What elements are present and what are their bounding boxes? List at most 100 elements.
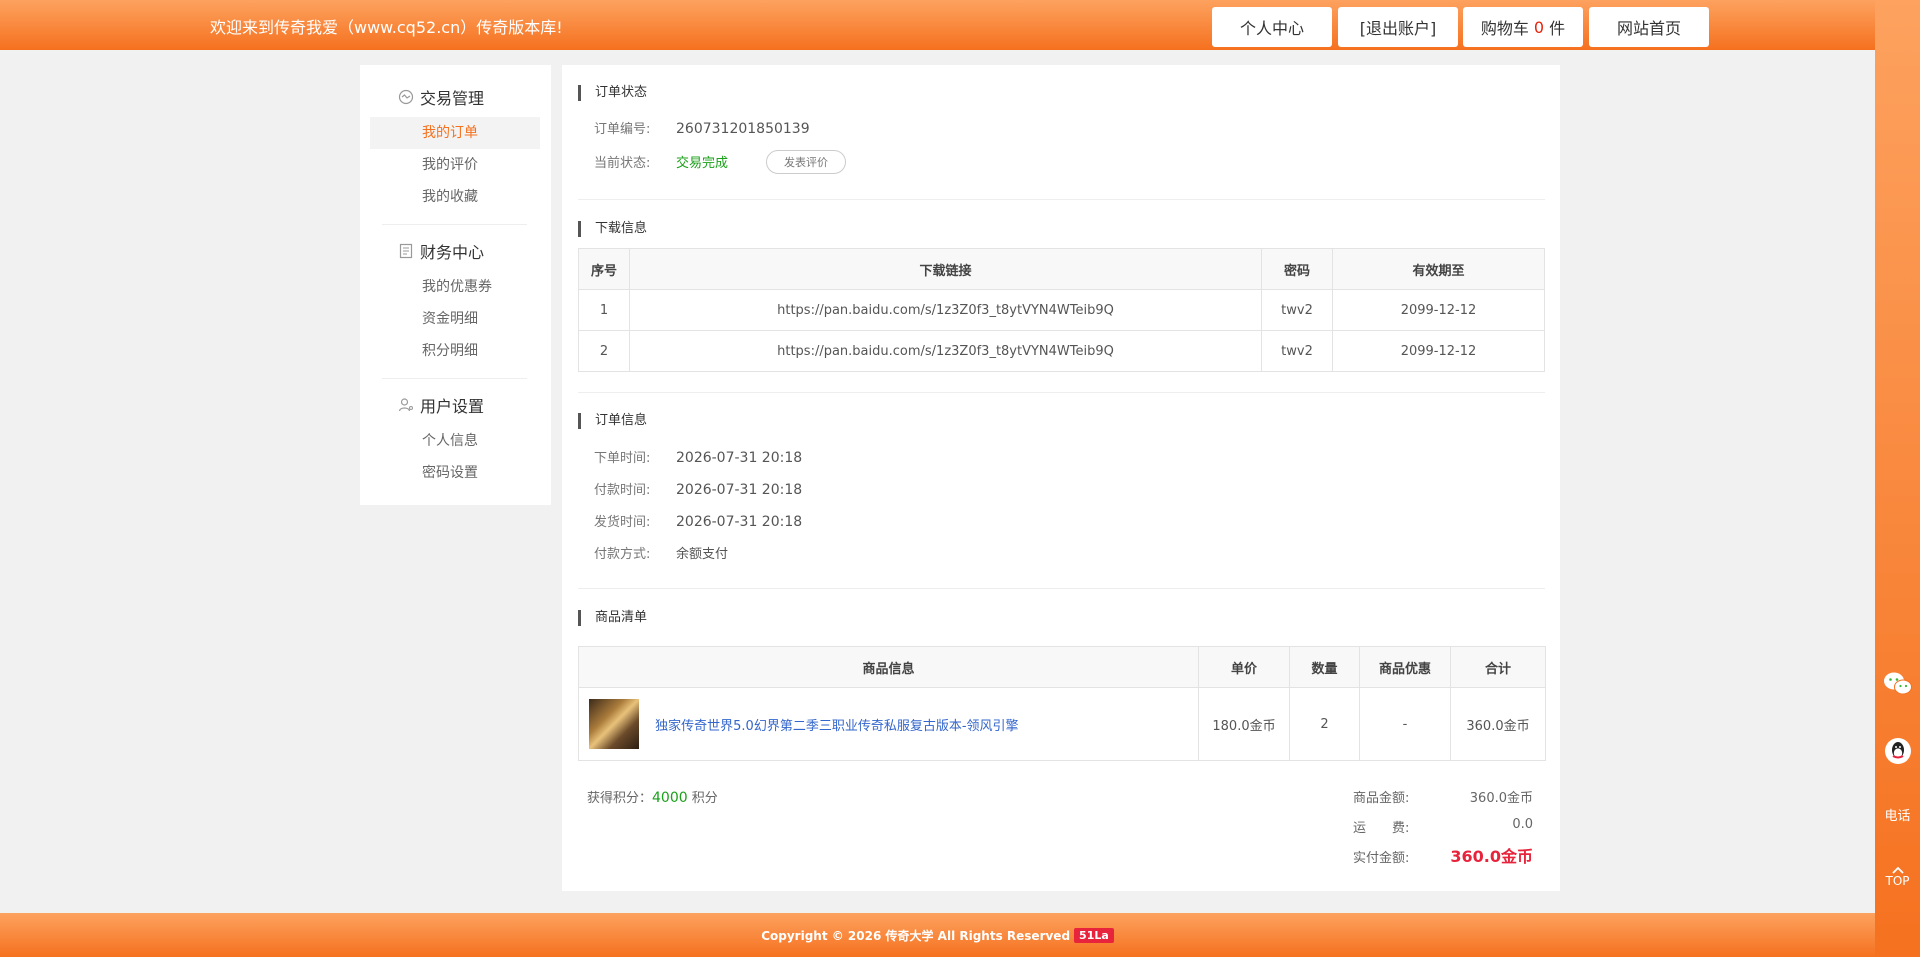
top-header: 欢迎来到传奇我爱（www.cq52.cn）传奇版本库! 个人中心 [退出账户] …	[0, 0, 1875, 50]
points-value: 4000	[652, 790, 688, 806]
back-to-top-button[interactable]: TOP	[1875, 860, 1920, 894]
menu-divider	[382, 378, 527, 379]
download-password: twv2	[1261, 289, 1333, 331]
cart-button[interactable]: 购物车 0 件	[1463, 7, 1583, 47]
col-header: 合计	[1450, 646, 1546, 688]
order-no-row: 订单编号: 260731201850139	[594, 118, 810, 137]
download-table: 序号 下载链接 密码 有效期至 1 https://pan.baidu.com/…	[578, 248, 1545, 372]
product-name-link[interactable]: 独家传奇世界5.0幻界第二季三职业传奇私服复古版本-领风引擎	[655, 719, 1018, 734]
cart-count: 0	[1533, 17, 1545, 37]
menu-group-trade: 交易管理	[398, 85, 484, 109]
col-header: 密码	[1261, 248, 1333, 290]
divider	[578, 392, 1545, 393]
product-price: 180.0金币	[1198, 687, 1290, 761]
divider	[578, 199, 1545, 200]
qq-icon[interactable]	[1875, 733, 1920, 769]
paid-amount-value: 360.0金币	[1450, 847, 1533, 866]
freight-row: 运 费: 0.0	[1353, 817, 1533, 836]
finance-icon	[398, 243, 414, 259]
menu-group-title-text: 用户设置	[420, 397, 485, 416]
pay-method-label: 付款方式:	[594, 547, 651, 562]
menu-item-points-details[interactable]: 积分明细	[370, 335, 540, 367]
pay-method-row: 付款方式: 余额支付	[594, 543, 728, 562]
product-info-cell: 独家传奇世界5.0幻界第二季三职业传奇私服复古版本-领风引擎	[578, 687, 1199, 761]
menu-group-title-text: 财务中心	[420, 243, 485, 262]
points-row: 获得积分：4000 积分	[587, 787, 718, 806]
product-qty: 2	[1289, 687, 1360, 761]
paid-amount-label: 实付金额:	[1353, 851, 1410, 866]
ship-time-row: 发货时间: 2026-07-31 20:18	[594, 511, 802, 530]
download-link[interactable]: https://pan.baidu.com/s/1z3Z0f3_t8ytVYN4…	[629, 330, 1262, 372]
phone-button[interactable]: 电话	[1875, 804, 1920, 824]
status-value: 交易完成	[676, 156, 729, 171]
ship-time-label: 发货时间:	[594, 515, 651, 530]
product-total: 360.0金币	[1450, 687, 1546, 761]
col-header: 商品优惠	[1359, 646, 1451, 688]
pay-method-value: 余额支付	[676, 547, 729, 562]
menu-item-my-reviews[interactable]: 我的评价	[370, 149, 540, 181]
right-float-bar: 电话 TOP	[1875, 0, 1920, 957]
row-index: 2	[578, 330, 630, 372]
table-row: 独家传奇世界5.0幻界第二季三职业传奇私服复古版本-领风引擎 180.0金币 2…	[578, 687, 1546, 761]
welcome-text: 欢迎来到传奇我爱（www.cq52.cn）传奇版本库!	[210, 18, 563, 37]
user-settings-icon	[398, 397, 414, 413]
order-no-label: 订单编号:	[594, 122, 651, 137]
paid-amount-row: 实付金额: 360.0金币	[1353, 845, 1533, 866]
ship-time-value: 2026-07-31 20:18	[676, 514, 803, 530]
col-header: 有效期至	[1332, 248, 1545, 290]
cart-label: 购物车	[1480, 19, 1529, 38]
section-title-download: 下载信息	[578, 221, 647, 237]
col-header: 数量	[1289, 646, 1360, 688]
menu-group-finance: 财务中心	[398, 239, 484, 263]
status-row: 当前状态: 交易完成	[594, 152, 728, 171]
user-center-button[interactable]: 个人中心	[1212, 7, 1332, 47]
section-title-order-status: 订单状态	[578, 85, 647, 101]
freight-label: 运 费:	[1353, 821, 1410, 836]
left-menu: 交易管理 我的订单 我的评价 我的收藏 财务中心 我的优惠券 资金明细 积分明细…	[360, 65, 551, 505]
menu-item-password[interactable]: 密码设置	[370, 457, 540, 489]
download-link[interactable]: https://pan.baidu.com/s/1z3Z0f3_t8ytVYN4…	[629, 289, 1262, 331]
order-time-value: 2026-07-31 20:18	[676, 450, 803, 466]
cart-unit: 件	[1549, 19, 1566, 38]
goods-amount-row: 商品金额: 360.0金币	[1353, 787, 1533, 806]
table-header-row: 商品信息 单价 数量 商品优惠 合计	[578, 646, 1546, 688]
pay-time-label: 付款时间:	[594, 483, 651, 498]
footer: Copyright © 2026 传奇大学 All Rights Reserve…	[0, 913, 1875, 957]
divider	[578, 588, 1545, 589]
logout-button[interactable]: [退出账户]	[1338, 7, 1458, 47]
menu-group-title-text: 交易管理	[420, 89, 485, 108]
goods-amount-value: 360.0金币	[1469, 791, 1533, 806]
menu-item-my-orders[interactable]: 我的订单	[370, 117, 540, 149]
order-detail-panel: 订单状态 订单编号: 260731201850139 当前状态: 交易完成 发表评价…	[562, 65, 1560, 891]
menu-item-coupons[interactable]: 我的优惠券	[370, 271, 540, 303]
status-label: 当前状态:	[594, 156, 651, 171]
goods-table: 商品信息 单价 数量 商品优惠 合计 独家传奇世界5.0幻界第二季三职业传奇私服…	[578, 646, 1546, 761]
table-row: 2 https://pan.baidu.com/s/1z3Z0f3_t8ytVY…	[578, 330, 1545, 372]
order-no-value: 260731201850139	[676, 121, 810, 137]
stats-badge[interactable]: 51La	[1074, 927, 1114, 943]
menu-item-fund-details[interactable]: 资金明细	[370, 303, 540, 335]
freight-value: 0.0	[1512, 817, 1533, 832]
menu-divider	[382, 224, 527, 225]
pay-time-value: 2026-07-31 20:18	[676, 482, 803, 498]
product-thumbnail[interactable]	[589, 699, 639, 749]
arrow-up-icon	[1891, 866, 1904, 874]
col-header: 单价	[1198, 646, 1290, 688]
col-header: 商品信息	[578, 646, 1199, 688]
col-header: 序号	[578, 248, 630, 290]
points-unit: 积分	[691, 791, 718, 806]
menu-item-profile[interactable]: 个人信息	[370, 425, 540, 457]
wechat-icon[interactable]	[1875, 666, 1920, 702]
home-button[interactable]: 网站首页	[1589, 7, 1709, 47]
menu-item-my-favorites[interactable]: 我的收藏	[370, 181, 540, 213]
section-title-order-info: 订单信息	[578, 413, 647, 429]
download-password: twv2	[1261, 330, 1333, 372]
copyright-text: Copyright © 2026 传奇大学 All Rights Reserve…	[761, 928, 1071, 943]
menu-group-user-settings: 用户设置	[398, 393, 484, 417]
back-to-top-label: TOP	[1885, 873, 1910, 888]
points-label: 获得积分：	[587, 791, 653, 806]
goods-amount-label: 商品金额:	[1353, 791, 1410, 806]
trade-icon	[398, 89, 414, 105]
section-title-goods: 商品清单	[578, 610, 647, 626]
write-review-button[interactable]: 发表评价	[766, 150, 846, 174]
